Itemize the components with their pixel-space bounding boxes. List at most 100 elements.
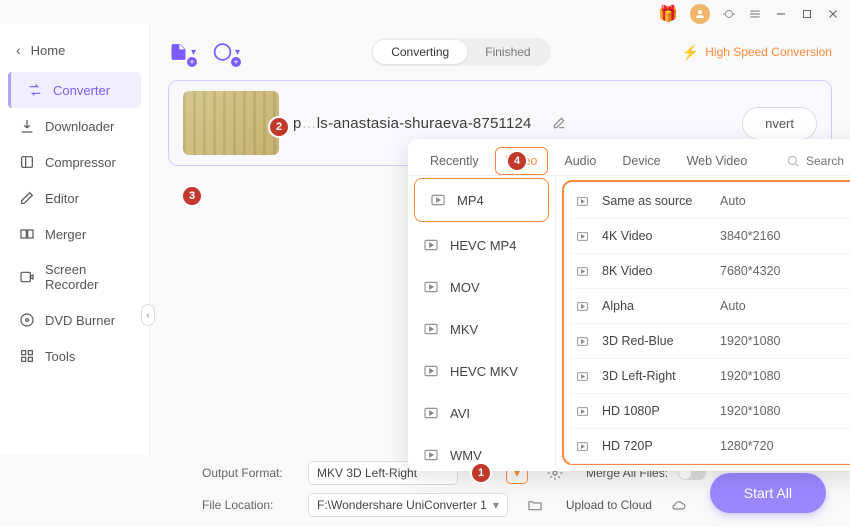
format-item-mov[interactable]: MOV xyxy=(408,266,555,308)
cloud-icon[interactable] xyxy=(670,496,688,514)
format-icon xyxy=(429,191,447,209)
preset-row[interactable]: 8K Video7680*4320 xyxy=(570,254,850,289)
format-icon xyxy=(422,362,440,380)
sidebar-item-dvd-burner[interactable]: DVD Burner xyxy=(0,302,149,338)
chevron-left-icon: ‹ xyxy=(16,42,21,58)
content: + ▾ + ▾ Converting Finished ⚡ High Speed… xyxy=(150,24,850,455)
format-tabs: RecentlyVideoAudioDeviceWeb Video xyxy=(408,139,850,176)
add-file-button[interactable]: + ▾ xyxy=(168,38,196,66)
avatar[interactable] xyxy=(690,4,710,24)
output-format-label: Output Format: xyxy=(202,466,298,480)
file-thumbnail[interactable] xyxy=(183,91,279,155)
preset-resolution: 7680*4320 xyxy=(720,264,850,278)
format-search[interactable] xyxy=(786,154,850,168)
sidebar-item-downloader[interactable]: Downloader xyxy=(0,108,149,144)
tools-icon xyxy=(19,348,35,364)
play-icon xyxy=(576,335,592,348)
sidebar-item-compressor[interactable]: Compressor xyxy=(0,144,149,180)
format-item-avi[interactable]: AVI xyxy=(408,392,555,434)
compressor-icon xyxy=(19,154,35,170)
segment-finished[interactable]: Finished xyxy=(467,40,548,64)
file-name: p…ls-anastasia-shuraeva-8751124 xyxy=(293,115,532,132)
preset-row[interactable]: 3D Red-Blue1920*1080 xyxy=(570,324,850,359)
close-icon[interactable] xyxy=(826,7,840,21)
preset-pane: Same as sourceAuto4K Video3840*21608K Vi… xyxy=(556,176,850,471)
upload-cloud-label: Upload to Cloud xyxy=(566,498,652,512)
support-icon[interactable] xyxy=(722,7,736,21)
preset-row[interactable]: HD 1080P1920*1080 xyxy=(570,394,850,429)
callout-badge-2: 2 xyxy=(270,118,288,136)
menu-icon[interactable] xyxy=(748,7,762,21)
plus-icon: + xyxy=(187,57,197,67)
status-segment: Converting Finished xyxy=(371,38,550,66)
rename-icon[interactable] xyxy=(552,116,566,130)
preset-resolution: Auto xyxy=(720,194,850,208)
format-item-hevc-mkv[interactable]: HEVC MKV xyxy=(408,350,555,392)
titlebar: 🎁 xyxy=(0,0,850,24)
preset-name: Alpha xyxy=(602,299,720,313)
toolbar: + ▾ + ▾ Converting Finished ⚡ High Speed… xyxy=(168,38,832,66)
preset-name: 3D Red-Blue xyxy=(602,334,720,348)
preset-row[interactable]: Same as sourceAuto xyxy=(570,184,850,219)
sidebar-item-label: Tools xyxy=(45,349,75,364)
format-label: MOV xyxy=(450,280,480,295)
sidebar-item-label: Compressor xyxy=(45,155,116,170)
preset-resolution: 1920*1080 xyxy=(720,404,850,418)
format-item-mp4[interactable]: MP4 xyxy=(414,178,549,222)
preset-name: 4K Video xyxy=(602,229,720,243)
back-label: Home xyxy=(31,43,66,58)
sidebar-item-merger[interactable]: Merger xyxy=(0,216,149,252)
format-item-hevc-mp4[interactable]: HEVC MP4 xyxy=(408,224,555,266)
preset-name: HD 720P xyxy=(602,439,720,453)
format-tab-web-video[interactable]: Web Video xyxy=(677,148,758,174)
sidebar-item-editor[interactable]: Editor xyxy=(0,180,149,216)
preset-row[interactable]: 3D Left-Right1920*1080 xyxy=(570,359,850,394)
play-icon xyxy=(576,300,592,313)
format-item-mkv[interactable]: MKV xyxy=(408,308,555,350)
format-tab-device[interactable]: Device xyxy=(612,148,670,174)
recorder-icon xyxy=(19,269,35,285)
preset-row[interactable]: HD 720P1280*720 xyxy=(570,429,850,464)
sidebar-item-converter[interactable]: Converter xyxy=(8,72,141,108)
callout-badge-1: 1 xyxy=(472,464,490,482)
gift-icon[interactable]: 🎁 xyxy=(658,4,678,24)
merger-icon xyxy=(19,226,35,242)
segment-converting[interactable]: Converting xyxy=(373,40,467,64)
format-icon xyxy=(422,278,440,296)
sidebar-item-label: Downloader xyxy=(45,119,114,134)
bolt-icon: ⚡ xyxy=(682,44,699,61)
preset-row[interactable]: 4K Video3840*2160 xyxy=(570,219,850,254)
sidebar-item-screen-recorder[interactable]: Screen Recorder xyxy=(0,252,149,302)
preset-name: HD 1080P xyxy=(602,404,720,418)
start-all-button[interactable]: Start All xyxy=(710,473,826,513)
dvd-icon xyxy=(19,312,35,328)
preset-name: Same as source xyxy=(602,194,720,208)
plus-icon: + xyxy=(231,57,241,67)
file-location-select[interactable]: F:\Wondershare UniConverter 1 ▾ xyxy=(308,493,508,517)
converter-icon xyxy=(27,82,43,98)
sidebar-item-label: Merger xyxy=(45,227,86,242)
format-label: HEVC MKV xyxy=(450,364,518,379)
format-tab-audio[interactable]: Audio xyxy=(554,148,606,174)
play-icon xyxy=(576,230,592,243)
sidebar-item-tools[interactable]: Tools xyxy=(0,338,149,374)
back-home[interactable]: ‹ Home xyxy=(0,36,149,64)
maximize-icon[interactable] xyxy=(800,7,814,21)
format-icon xyxy=(422,446,440,464)
open-folder-icon[interactable] xyxy=(526,496,544,514)
play-icon xyxy=(576,405,592,418)
sidebar-item-label: Editor xyxy=(45,191,79,206)
format-popup: RecentlyVideoAudioDeviceWeb Video MP4HEV… xyxy=(408,139,850,471)
high-speed-toggle[interactable]: ⚡ High Speed Conversion xyxy=(682,44,832,61)
preset-resolution: 3840*2160 xyxy=(720,229,850,243)
format-label: AVI xyxy=(450,406,470,421)
preset-resolution: 1280*720 xyxy=(720,439,850,453)
convert-button[interactable]: nvert xyxy=(742,107,817,140)
minimize-icon[interactable] xyxy=(774,7,788,21)
sidebar: ‹ Home Converter Downloader Compressor Edit… xyxy=(0,24,150,455)
preset-resolution: Auto xyxy=(720,299,850,313)
format-tab-recently[interactable]: Recently xyxy=(420,148,489,174)
add-folder-button[interactable]: + ▾ xyxy=(212,38,240,66)
preset-row[interactable]: AlphaAuto xyxy=(570,289,850,324)
search-input[interactable] xyxy=(806,154,850,168)
